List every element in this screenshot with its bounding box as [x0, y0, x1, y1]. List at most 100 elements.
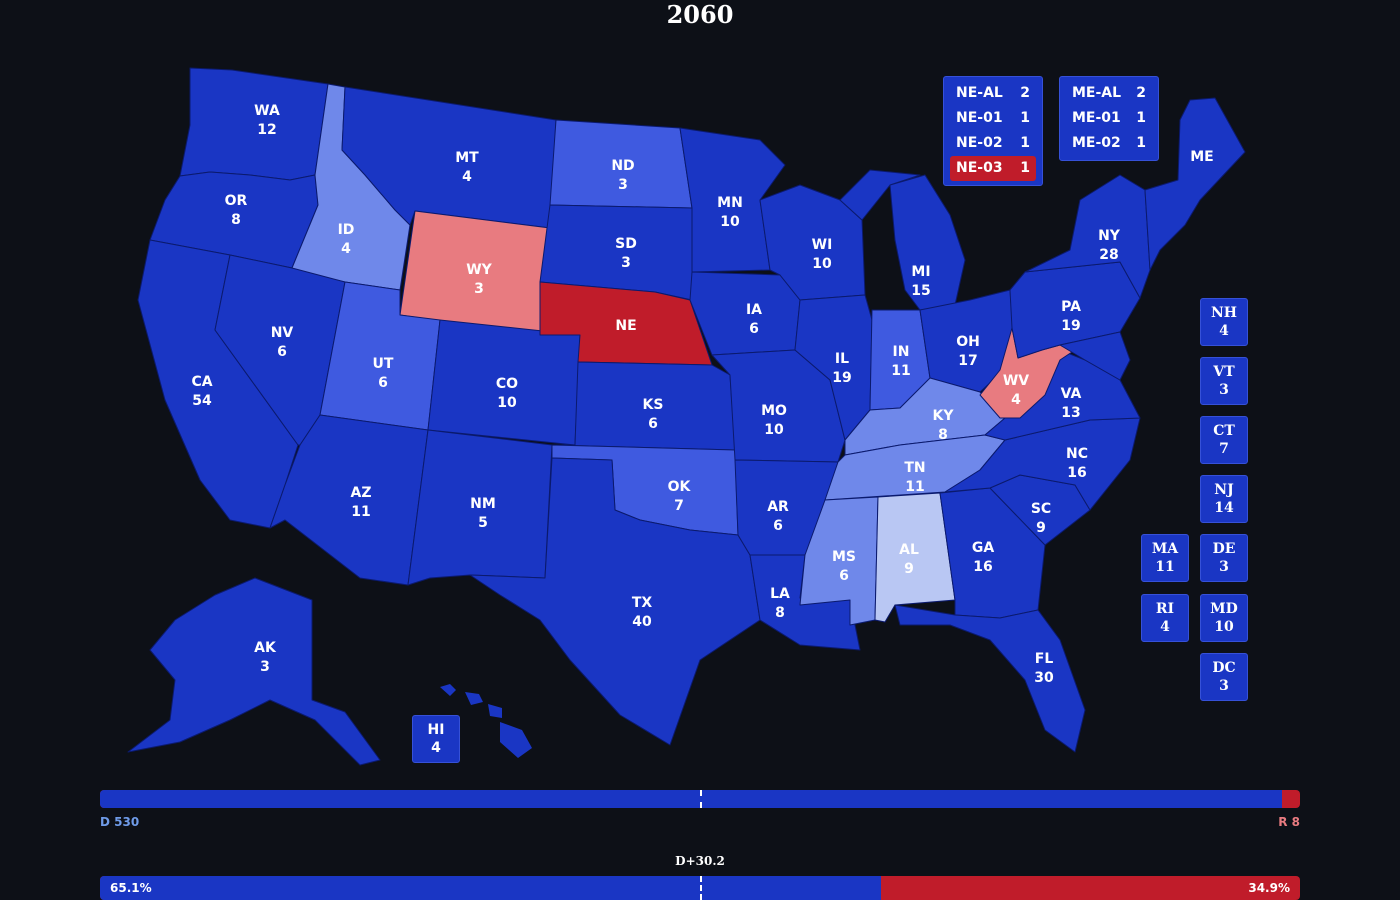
us-map: WA12OR8CA54ID4NV6MT4WY3UT6AZ11CO10NM5ND3… — [127, 67, 1246, 766]
state-ev-ms: 6 — [839, 568, 849, 584]
tile-ev: 3 — [1219, 559, 1229, 575]
state-label-ia: IA — [746, 302, 762, 318]
state-ev-oh: 17 — [958, 353, 977, 369]
tile-md[interactable]: MD 10 — [1200, 594, 1248, 642]
state-label-mo: MO — [761, 403, 787, 419]
state-label-ca: CA — [191, 374, 212, 390]
state-label-ks: KS — [643, 397, 664, 413]
ne-districts-box: NE-AL 2 NE-01 1 NE-02 1 NE-03 1 — [943, 76, 1043, 186]
state-fl[interactable] — [894, 604, 1086, 753]
state-label-ky: KY — [933, 408, 955, 424]
state-label-wv: WV — [1003, 373, 1029, 389]
state-label-tx: TX — [632, 595, 653, 611]
state-label-ms: MS — [832, 549, 856, 565]
state-ev-co: 10 — [497, 395, 517, 411]
state-ev-mi: 15 — [911, 283, 930, 299]
tile-vt[interactable]: VT 3 — [1200, 357, 1248, 405]
state-label-ne: NE — [615, 318, 636, 334]
tile-ev: 4 — [1219, 323, 1229, 339]
district-row-ne-03[interactable]: NE-03 1 — [950, 156, 1036, 181]
state-ev-nv: 6 — [277, 344, 287, 360]
state-label-az: AZ — [351, 485, 372, 501]
state-label-mi: MI — [911, 264, 930, 280]
state-ev-al: 9 — [904, 561, 914, 577]
state-label-la: LA — [770, 586, 790, 602]
state-ev-va: 13 — [1061, 405, 1080, 421]
district-ev: 1 — [1020, 135, 1030, 151]
ev-bar-dem — [100, 790, 1282, 808]
tile-ev: 3 — [1219, 678, 1229, 694]
state-ev-tn: 11 — [905, 479, 924, 495]
state-ev-ia: 6 — [749, 321, 759, 337]
district-ev: 1 — [1136, 135, 1146, 151]
state-label-or: OR — [225, 193, 248, 209]
district-row-ne-02[interactable]: NE-02 1 — [950, 131, 1036, 156]
state-ev-ok: 7 — [674, 498, 684, 514]
state-ev-nd: 3 — [618, 177, 628, 193]
state-ak[interactable] — [127, 577, 381, 766]
tile-nj[interactable]: NJ 14 — [1200, 475, 1248, 523]
tile-ma[interactable]: MA 11 — [1141, 534, 1189, 582]
tile-de[interactable]: DE 3 — [1200, 534, 1248, 582]
state-ev-ut: 6 — [378, 375, 388, 391]
state-label-fl: FL — [1035, 651, 1054, 667]
district-row-ne-al[interactable]: NE-AL 2 — [950, 81, 1036, 106]
state-label-ny: NY — [1098, 228, 1121, 244]
tile-ct[interactable]: CT 7 — [1200, 416, 1248, 464]
state-ev-sd: 3 — [621, 255, 631, 271]
state-label-ga: GA — [972, 540, 994, 556]
state-ev-wa: 12 — [257, 122, 276, 138]
tile-nh[interactable]: NH 4 — [1200, 298, 1248, 346]
electoral-vote-bar — [100, 790, 1300, 808]
tile-label: MA — [1151, 541, 1179, 557]
district-label: NE-AL — [956, 85, 1003, 101]
hawaii-islands — [440, 684, 532, 758]
district-row-me-al[interactable]: ME-AL 2 — [1066, 81, 1152, 106]
state-label-nc: NC — [1066, 446, 1088, 462]
state-ev-mo: 10 — [764, 422, 784, 438]
state-ev-ky: 8 — [938, 427, 948, 443]
district-label: NE-03 — [956, 160, 1003, 176]
state-label-id: ID — [338, 222, 355, 238]
state-ev-ar: 6 — [773, 518, 783, 534]
district-row-me-01[interactable]: ME-01 1 — [1066, 106, 1152, 131]
tile-ev: 7 — [1219, 441, 1229, 457]
tile-ri[interactable]: RI 4 — [1141, 594, 1189, 642]
tile-label: NJ — [1214, 482, 1234, 498]
state-label-mn: MN — [717, 195, 743, 211]
state-label-va: VA — [1061, 386, 1082, 402]
tile-ev: 10 — [1214, 619, 1234, 635]
state-label-il: IL — [835, 351, 849, 367]
tile-label: NH — [1210, 305, 1238, 321]
state-ev-in: 11 — [891, 363, 910, 379]
state-label-me: ME — [1190, 149, 1214, 165]
state-ev-pa: 19 — [1061, 318, 1080, 334]
state-wa[interactable] — [179, 67, 329, 181]
tile-label: RI — [1155, 601, 1175, 617]
state-label-ak: AK — [254, 640, 277, 656]
tile-dc[interactable]: DC 3 — [1200, 653, 1248, 701]
district-ev: 2 — [1020, 85, 1030, 101]
state-label-co: CO — [496, 376, 518, 392]
pv-margin-label: D+30.2 — [675, 854, 725, 868]
state-ev-la: 8 — [775, 605, 785, 621]
pv-bar-midline — [700, 876, 702, 900]
state-ev-ga: 16 — [973, 559, 992, 575]
ev-rep-label: R 8 — [1278, 815, 1300, 829]
state-ev-id: 4 — [341, 241, 351, 257]
tile-label: DC — [1212, 660, 1236, 676]
state-label-wy: WY — [466, 262, 492, 278]
popular-vote-bar: 65.1% 34.9% — [100, 876, 1300, 900]
state-label-nv: NV — [271, 325, 294, 341]
state-label-tn: TN — [904, 460, 925, 476]
state-ev-wv: 4 — [1011, 392, 1021, 408]
state-ne-states — [1144, 97, 1246, 271]
state-label-mt: MT — [455, 150, 479, 166]
state-ev-mn: 10 — [720, 214, 740, 230]
state-label-wi: WI — [812, 237, 833, 253]
state-ev-fl: 30 — [1034, 670, 1054, 686]
district-row-me-02[interactable]: ME-02 1 — [1066, 131, 1152, 156]
district-row-ne-01[interactable]: NE-01 1 — [950, 106, 1036, 131]
state-ev-ca: 54 — [192, 393, 212, 409]
state-ev-nm: 5 — [478, 515, 488, 531]
